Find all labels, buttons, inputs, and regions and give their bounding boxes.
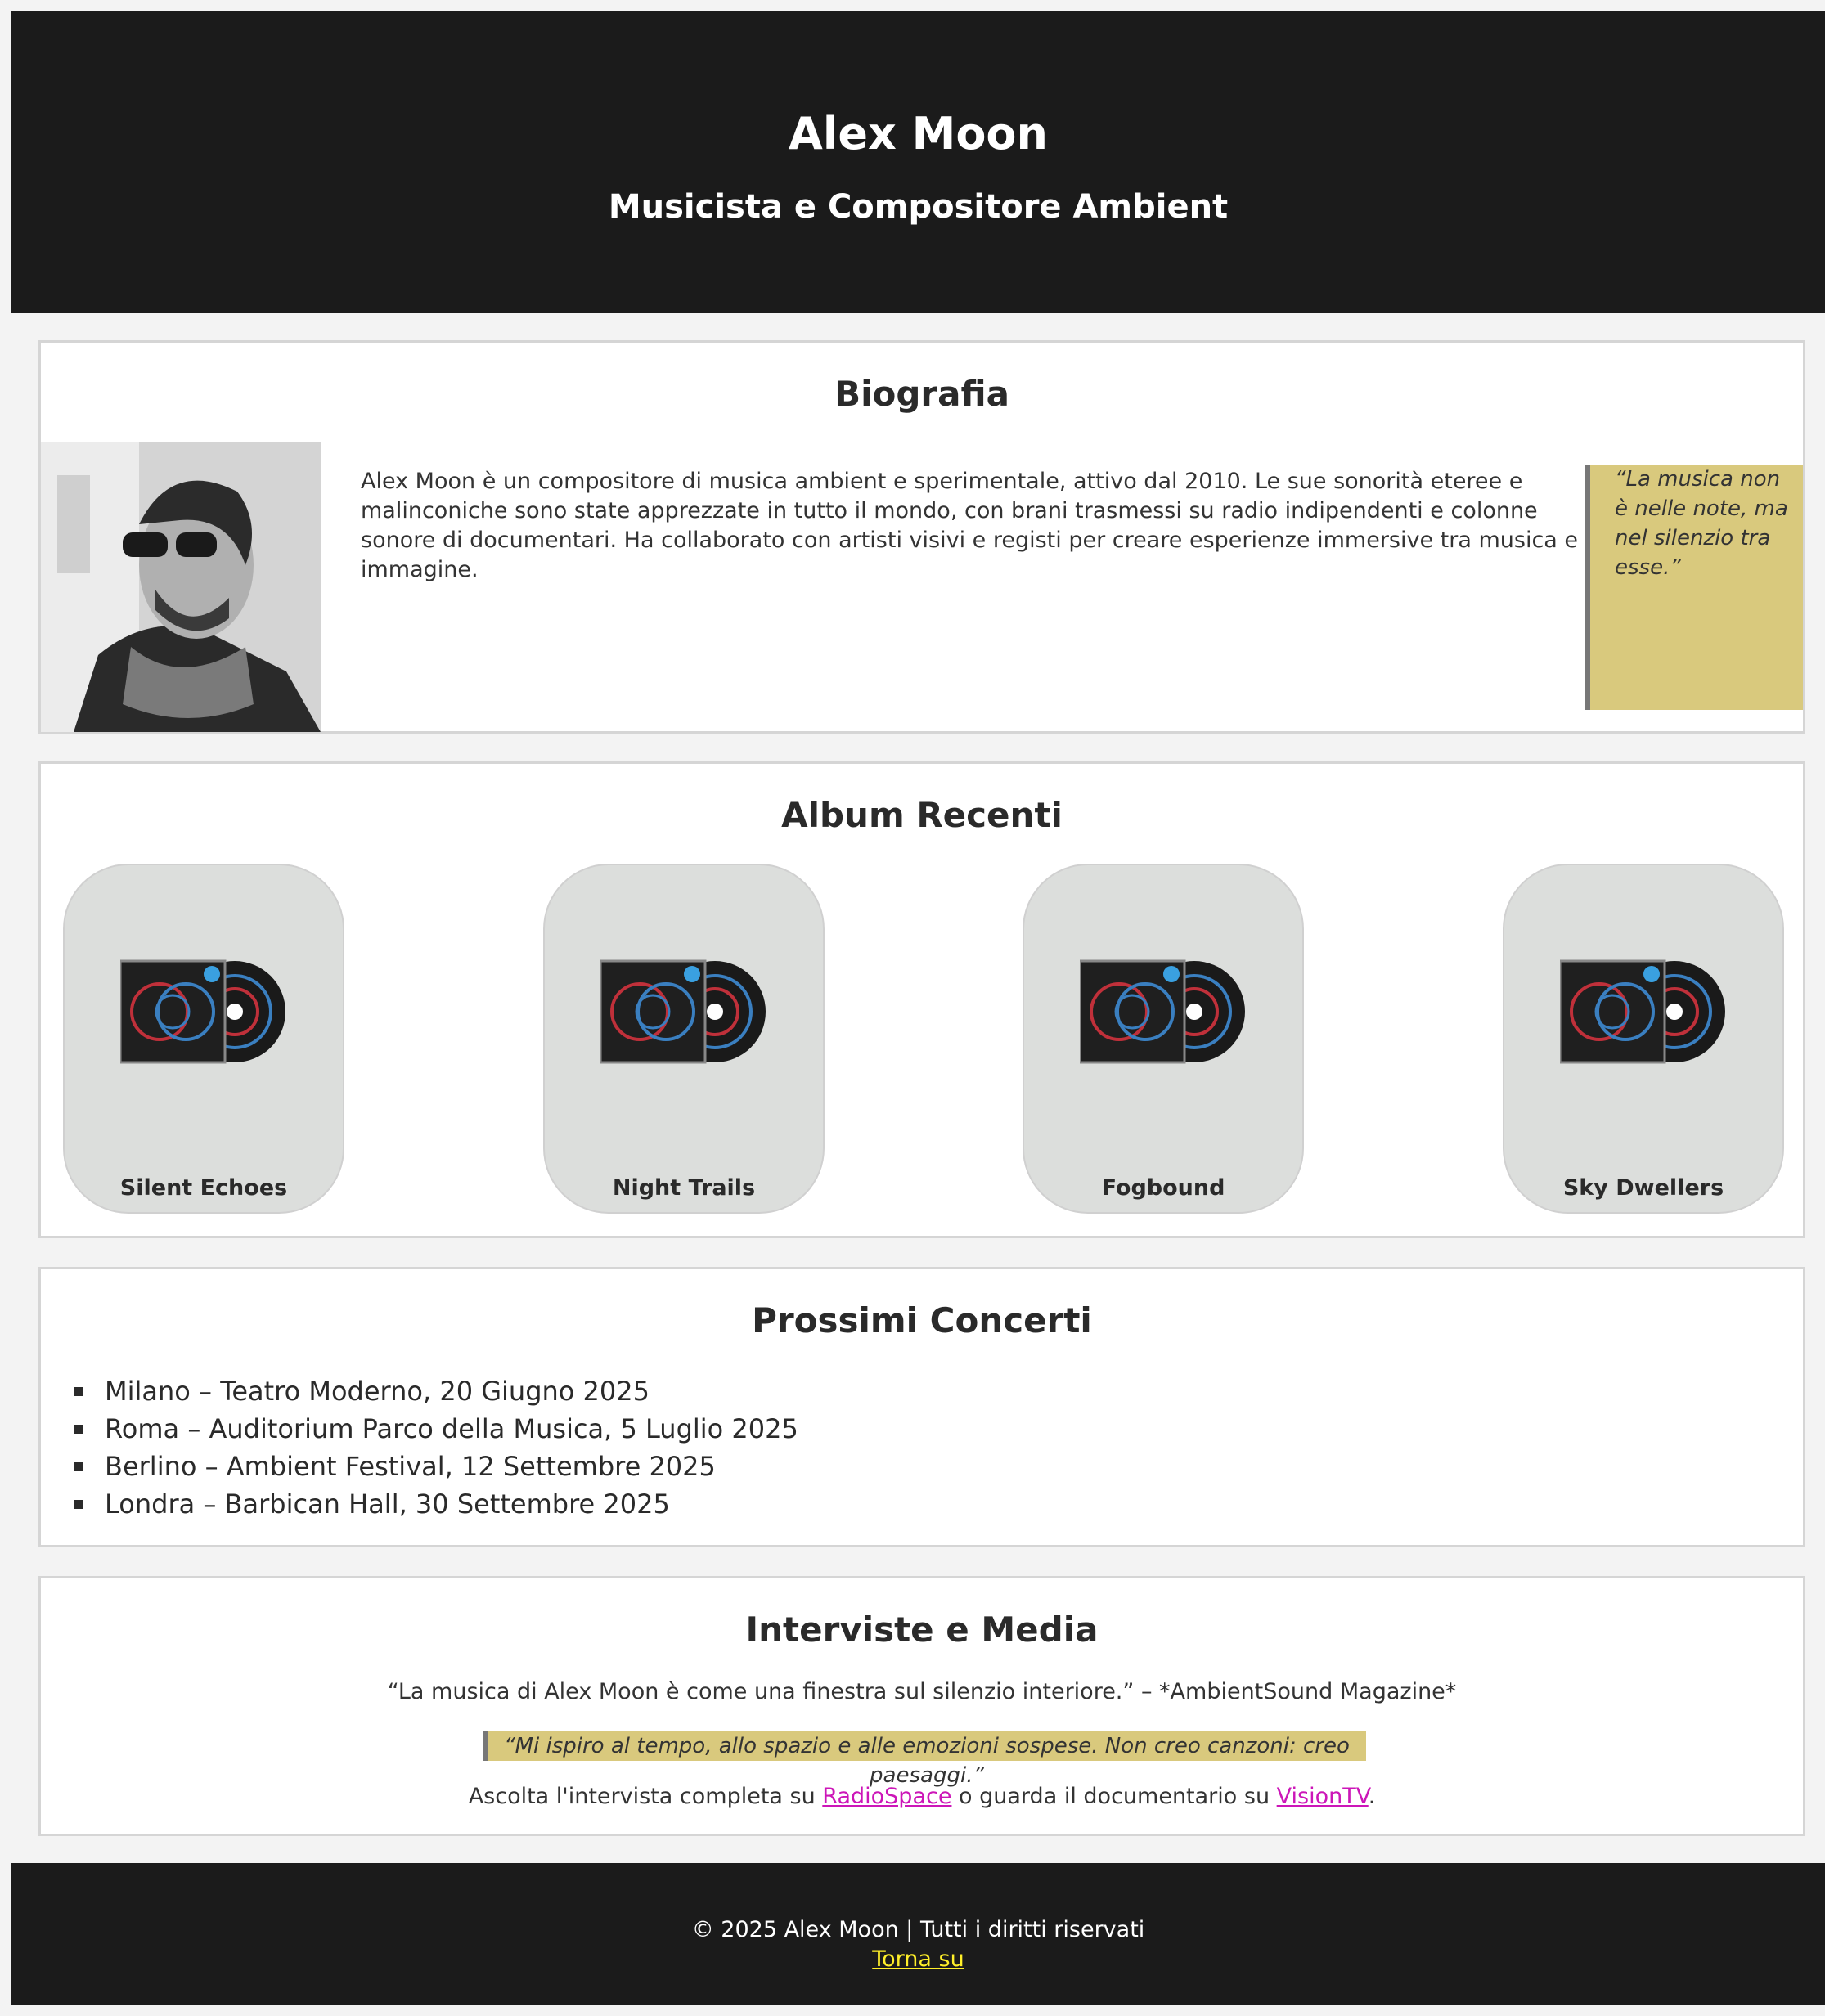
bio-section: Biografia Alex Moon è un compositore di … — [38, 340, 1805, 734]
album-cover-icon — [1080, 959, 1245, 1064]
listen-suffix: . — [1368, 1784, 1376, 1809]
concerts-section: Prossimi Concerti Milano – Teatro Modern… — [38, 1267, 1805, 1547]
album-card[interactable]: Night Trails — [543, 864, 825, 1214]
listen-prefix: Ascolta l'intervista completa su — [468, 1784, 823, 1809]
albums-section: Album Recenti Silent Echoes Night Trails… — [38, 761, 1805, 1238]
bio-title: Biografia — [834, 374, 1009, 414]
concert-list: Milano – Teatro Moderno, 20 Giugno 2025 … — [74, 1372, 798, 1523]
bio-text: Alex Moon è un compositore di musica amb… — [361, 469, 1579, 582]
album-title: Night Trails — [612, 1175, 756, 1201]
radiospace-link[interactable]: RadioSpace — [822, 1784, 951, 1809]
media-section: Interviste e Media “La musica di Alex Mo… — [38, 1576, 1805, 1836]
concerts-title: Prossimi Concerti — [752, 1300, 1092, 1340]
press-quote: “La musica di Alex Moon è come una fines… — [387, 1679, 1457, 1704]
bio-quote: “La musica non è nelle note, ma nel sile… — [1585, 465, 1803, 710]
album-title: Sky Dwellers — [1562, 1175, 1724, 1201]
artist-name: Alex Moon — [789, 108, 1048, 159]
site-header: Alex Moon Musicista e Compositore Ambien… — [11, 11, 1825, 313]
artist-quote: “Mi ispiro al tempo, allo spazio e alle … — [483, 1731, 1366, 1788]
visiontv-link[interactable]: VisionTV — [1277, 1784, 1369, 1809]
back-to-top-link[interactable]: Torna su — [872, 1946, 964, 1972]
album-card[interactable]: Fogbound — [1023, 864, 1304, 1214]
bio-quote-text: “La musica non è nelle note, ma nel sile… — [1615, 467, 1788, 580]
concert-item: Milano – Teatro Moderno, 20 Giugno 2025 — [74, 1372, 798, 1410]
site-footer: © 2025 Alex Moon | Tutti i diritti riser… — [11, 1863, 1825, 2005]
artist-portrait — [41, 442, 321, 732]
album-card[interactable]: Silent Echoes — [63, 864, 344, 1214]
copyright-text: © 2025 Alex Moon | Tutti i diritti riser… — [691, 1917, 1145, 1942]
album-cover-icon — [1560, 959, 1725, 1064]
album-title: Fogbound — [1101, 1175, 1225, 1201]
concert-item: Roma – Auditorium Parco della Musica, 5 … — [74, 1410, 798, 1448]
album-card[interactable]: Sky Dwellers — [1503, 864, 1784, 1214]
concert-item: Londra – Barbican Hall, 30 Settembre 202… — [74, 1485, 798, 1523]
artist-subtitle: Musicista e Compositore Ambient — [608, 188, 1229, 226]
albums-title: Album Recenti — [781, 795, 1063, 835]
concert-item: Berlino – Ambient Festival, 12 Settembre… — [74, 1448, 798, 1485]
listen-middle: o guarda il documentario su — [951, 1784, 1277, 1809]
album-cover-icon — [600, 959, 766, 1064]
album-cover-icon — [120, 959, 285, 1064]
media-title: Interviste e Media — [745, 1610, 1099, 1650]
listen-line: Ascolta l'intervista completa su RadioSp… — [41, 1784, 1803, 1809]
album-title: Silent Echoes — [119, 1175, 288, 1201]
